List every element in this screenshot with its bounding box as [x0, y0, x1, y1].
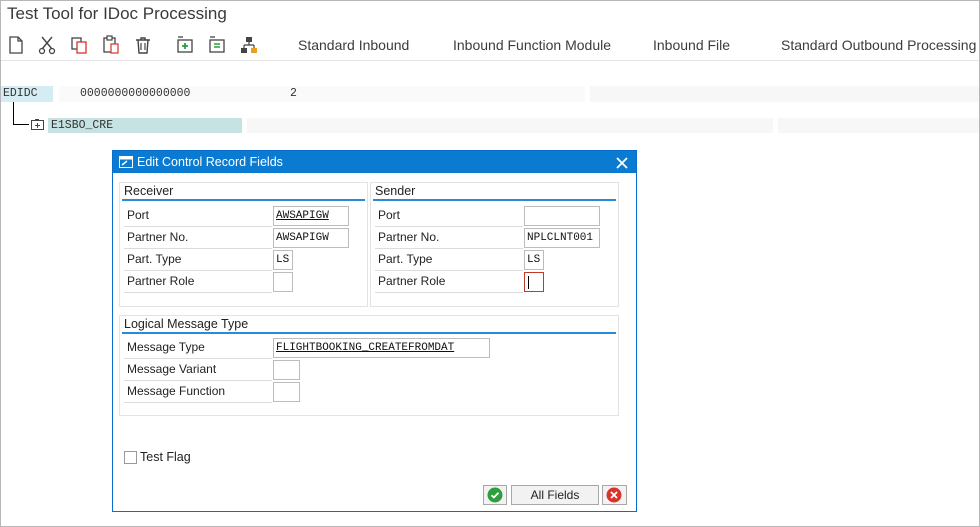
sender-group: Sender Port Partner No. NPLCLNT001 Part.… [370, 182, 619, 307]
inbound-function-module-button[interactable]: Inbound Function Module [453, 37, 611, 53]
message-type-row: Message Type FLIGHTBOOKING_CREATEFROMDAT [124, 337, 504, 359]
insert-segment-icon[interactable] [174, 34, 196, 56]
tree-segment-blank [778, 118, 979, 133]
tree-segment-blank [247, 118, 773, 133]
sender-part-type-input[interactable]: LS [524, 250, 544, 270]
edit-segment-icon[interactable] [206, 34, 228, 56]
message-function-label: Message Function [124, 381, 272, 403]
tree-segment[interactable]: E1SBO_CRE [48, 118, 242, 133]
tree-root-blank [590, 86, 979, 102]
receiver-port-input[interactable]: AWSAPIGW [273, 206, 349, 226]
cancel-button[interactable] [602, 485, 627, 505]
group-divider [122, 199, 365, 201]
receiver-port-label: Port [124, 205, 272, 227]
copy-icon[interactable] [68, 34, 90, 56]
delete-icon[interactable] [132, 34, 154, 56]
cancel-icon [606, 487, 622, 503]
inbound-file-button[interactable]: Inbound File [653, 37, 730, 53]
receiver-partner-no-row: Partner No. AWSAPIGW [124, 227, 364, 249]
dialog-header: Edit Control Record Fields [113, 151, 636, 173]
logical-message-group: Logical Message Type Message Type FLIGHT… [119, 315, 619, 416]
sender-port-row: Port [375, 205, 615, 227]
sender-port-label: Port [375, 205, 523, 227]
message-variant-label: Message Variant [124, 359, 272, 381]
tree-connector [13, 102, 14, 125]
sender-partner-no-input[interactable]: NPLCLNT001 [524, 228, 600, 248]
receiver-partner-role-row: Partner Role [124, 271, 364, 293]
message-function-row: Message Function [124, 381, 504, 403]
doc-number: 0000000000000000 [80, 87, 191, 100]
app-window: Test Tool for IDoc Processing Standard I… [0, 0, 980, 527]
sender-partner-role-label: Partner Role [375, 271, 523, 293]
tree-connector [13, 124, 29, 125]
paste-icon[interactable] [100, 34, 122, 56]
message-variant-input[interactable] [273, 360, 300, 380]
receiver-partner-role-input[interactable] [273, 272, 293, 292]
new-document-icon[interactable] [5, 34, 27, 56]
segment-count: 2 [290, 87, 297, 100]
sender-part-type-row: Part. Type LS [375, 249, 615, 271]
group-divider [122, 332, 616, 334]
hierarchy-icon[interactable] [238, 34, 260, 56]
checkmark-icon [487, 487, 503, 503]
receiver-partner-no-label: Partner No. [124, 227, 272, 249]
edit-window-icon [119, 156, 133, 168]
window-title: Test Tool for IDoc Processing [7, 4, 227, 23]
sender-partner-no-label: Partner No. [375, 227, 523, 249]
segment-folder-icon[interactable] [31, 118, 44, 130]
sender-partner-role-row: Partner Role [375, 271, 615, 293]
test-flag-checkbox[interactable] [124, 451, 137, 464]
message-type-input[interactable]: FLIGHTBOOKING_CREATEFROMDAT [273, 338, 490, 358]
sender-port-input[interactable] [524, 206, 600, 226]
standard-outbound-processing-button[interactable]: Standard Outbound Processing [781, 37, 976, 53]
receiver-part-type-input[interactable]: LS [273, 250, 293, 270]
sender-heading: Sender [375, 184, 416, 198]
confirm-button[interactable] [483, 485, 507, 505]
receiver-heading: Receiver [124, 184, 174, 198]
receiver-part-type-row: Part. Type LS [124, 249, 364, 271]
sender-partner-no-row: Partner No. NPLCLNT001 [375, 227, 615, 249]
text-cursor [528, 276, 529, 289]
group-divider [373, 199, 616, 201]
message-type-label: Message Type [124, 337, 272, 359]
sender-part-type-label: Part. Type [375, 249, 523, 271]
receiver-partner-no-input[interactable]: AWSAPIGW [273, 228, 349, 248]
standard-inbound-button[interactable]: Standard Inbound [298, 37, 409, 53]
logical-message-heading: Logical Message Type [124, 317, 249, 331]
tree-root-edidc[interactable]: EDIDC [1, 86, 53, 102]
cut-icon[interactable] [36, 34, 58, 56]
message-function-input[interactable] [273, 382, 300, 402]
receiver-port-row: Port AWSAPIGW [124, 205, 364, 227]
receiver-partner-role-label: Partner Role [124, 271, 272, 293]
edit-control-record-dialog: Edit Control Record Fields Receiver Port… [112, 150, 637, 512]
toolbar: Standard Inbound Inbound Function Module… [1, 31, 979, 61]
close-icon[interactable] [614, 153, 630, 171]
test-flag-label: Test Flag [140, 450, 191, 464]
dialog-title: Edit Control Record Fields [137, 155, 283, 169]
sender-partner-role-input[interactable] [524, 272, 544, 292]
receiver-group: Receiver Port AWSAPIGW Partner No. AWSAP… [119, 182, 368, 307]
all-fields-button[interactable]: All Fields [511, 485, 599, 505]
message-variant-row: Message Variant [124, 359, 504, 381]
receiver-part-type-label: Part. Type [124, 249, 272, 271]
tree-root-details: 0000000000000000 2 [59, 86, 585, 102]
